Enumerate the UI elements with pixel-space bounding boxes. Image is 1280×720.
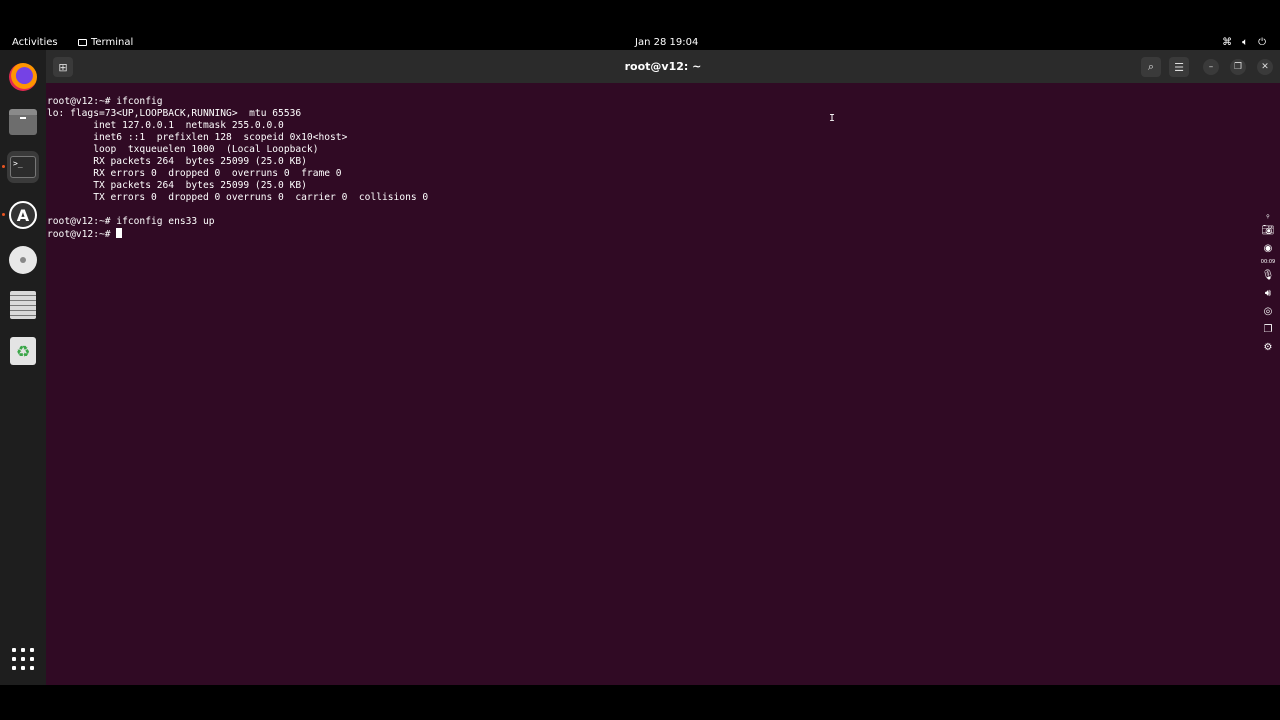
pin-icon[interactable]: ⚲ xyxy=(1260,212,1276,221)
new-tab-icon: ⊞ xyxy=(58,60,68,74)
activities-button[interactable]: Activities xyxy=(12,35,58,50)
prompt-line[interactable]: root@v12:~# xyxy=(47,228,1267,241)
dock-app-center[interactable]: A xyxy=(7,199,39,231)
microphone-icon[interactable]: 🎙︎ xyxy=(1260,266,1276,284)
minimize-icon: – xyxy=(1208,62,1214,72)
disc-icon xyxy=(9,246,37,274)
window-title: root@v12: ~ xyxy=(624,60,702,73)
camera-icon[interactable]: 📷︎ xyxy=(1260,221,1276,239)
app-center-icon: A xyxy=(9,201,37,229)
dock-text-editor[interactable] xyxy=(7,289,39,321)
running-indicator xyxy=(2,165,5,168)
speaker-icon[interactable]: 🔊︎ xyxy=(1260,284,1276,302)
terminal-window: root@v12: ~ ⊞ ⌕ ☰ – ❐ ✕ root@v12:~# ifco… xyxy=(46,50,1280,685)
close-icon: ✕ xyxy=(1261,62,1269,72)
terminal-line: root@v12:~# ifconfig xyxy=(47,96,163,107)
letterbox-bottom xyxy=(0,685,1280,720)
text-cursor xyxy=(116,228,123,238)
terminal-line: inet6 ::1 prefixlen 128 scopeid 0x10<hos… xyxy=(47,132,348,143)
firefox-icon xyxy=(9,63,37,91)
files-icon xyxy=(9,109,37,135)
terminal-output[interactable]: root@v12:~# ifconfig lo: flags=73<UP,LOOP… xyxy=(47,83,1267,265)
system-status[interactable]: ⌘ 🔈︎ ⏻ xyxy=(1222,35,1266,50)
recorder-toolbar: ⚲ 📷︎ ◉ 00:09 🎙︎ 🔊︎ ◎ ❐ ⚙ xyxy=(1260,212,1276,356)
app-menu-label: Terminal xyxy=(91,37,134,48)
terminal-line: lo: flags=73<UP,LOOPBACK,RUNNING> mtu 65… xyxy=(47,108,302,119)
power-icon: ⏻ xyxy=(1258,37,1266,48)
restore-icon: ❐ xyxy=(1233,62,1243,72)
terminal-icon: >_ xyxy=(10,156,36,178)
search-icon: ⌕ xyxy=(1147,60,1155,73)
recording-timer: 00:09 xyxy=(1260,258,1276,265)
maximize-button[interactable]: ❐ xyxy=(1230,59,1246,75)
clock[interactable]: Jan 28 19:04 xyxy=(635,35,698,50)
search-button[interactable]: ⌕ xyxy=(1141,57,1161,77)
menu-button[interactable]: ☰ xyxy=(1169,57,1189,77)
minimize-button[interactable]: – xyxy=(1203,59,1219,75)
hamburger-icon: ☰ xyxy=(1174,60,1184,74)
mouse-ibeam-cursor: I xyxy=(829,113,836,124)
close-button[interactable]: ✕ xyxy=(1257,59,1273,75)
dock-firefox[interactable] xyxy=(7,61,39,93)
text-editor-icon xyxy=(10,291,36,319)
terminal-line: loop txqueuelen 1000 (Local Loopback) xyxy=(47,144,319,155)
settings-icon[interactable]: ⚙ xyxy=(1260,338,1276,356)
dock-terminal[interactable]: >_ xyxy=(7,151,39,183)
show-apps-icon[interactable] xyxy=(12,648,34,670)
volume-icon: 🔈︎ xyxy=(1242,37,1249,48)
terminal-line: inet 127.0.0.1 netmask 255.0.0.0 xyxy=(47,120,284,131)
terminal-line: TX errors 0 dropped 0 overruns 0 carrier… xyxy=(47,192,429,203)
network-icon: ⌘ xyxy=(1222,37,1233,48)
dock: >_ A ♻ xyxy=(0,50,46,685)
dock-files[interactable] xyxy=(7,108,39,140)
prompt: root@v12:~# xyxy=(47,229,117,240)
terminal-small-icon xyxy=(78,39,87,46)
running-indicator xyxy=(2,213,5,216)
dock-disc[interactable] xyxy=(7,244,39,276)
app-menu[interactable]: Terminal xyxy=(78,35,133,50)
titlebar[interactable]: root@v12: ~ ⊞ ⌕ ☰ – ❐ ✕ xyxy=(46,50,1280,83)
dock-trash[interactable]: ♻ xyxy=(7,335,39,367)
trash-icon: ♻ xyxy=(10,337,36,365)
terminal-line: RX errors 0 dropped 0 overruns 0 frame 0 xyxy=(47,168,342,179)
letterbox-top xyxy=(0,0,1280,35)
record-icon[interactable]: ◉ xyxy=(1260,239,1276,257)
top-panel: Activities Terminal Jan 28 19:04 ⌘ 🔈︎ ⏻ xyxy=(0,35,1280,50)
terminal-line: RX packets 264 bytes 25099 (25.0 KB) xyxy=(47,156,307,167)
webcam-icon[interactable]: ◎ xyxy=(1260,302,1276,320)
terminal-line: root@v12:~# ifconfig ens33 up xyxy=(47,216,215,227)
windows-icon[interactable]: ❐ xyxy=(1260,320,1276,338)
terminal-line: TX packets 264 bytes 25099 (25.0 KB) xyxy=(47,180,307,191)
new-tab-button[interactable]: ⊞ xyxy=(53,57,73,77)
